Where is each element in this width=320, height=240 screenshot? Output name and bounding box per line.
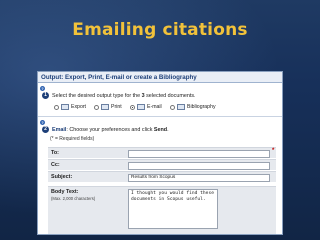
section-divider	[38, 116, 282, 117]
option-print[interactable]: Print	[94, 104, 122, 110]
slide-title: Emailing citations	[72, 20, 248, 40]
help-icon[interactable]: ?	[40, 120, 45, 125]
body-row: Body Text: (Max. 2,000 characters) I tho…	[48, 186, 276, 234]
body-hint: (Max. 2,000 characters)	[51, 196, 96, 201]
step-2-badge: 2	[42, 126, 49, 133]
subject-label: Subject:	[51, 174, 73, 180]
export-icon	[61, 104, 69, 110]
bibliography-radio[interactable]	[170, 104, 175, 110]
body-textarea[interactable]: I thought you would find these documents…	[128, 189, 218, 229]
step-1-text-post: selected documents.	[144, 93, 196, 99]
cc-row: Cc:	[48, 159, 276, 170]
option-email[interactable]: E-mail	[130, 104, 162, 110]
option-export[interactable]: Export	[54, 104, 86, 110]
panel-header: Output: Export, Print, E-mail or create …	[38, 72, 282, 83]
bibliography-icon	[177, 104, 185, 110]
cc-input[interactable]	[128, 162, 270, 170]
step-1-text-pre: Select the desired output type for the	[52, 93, 142, 99]
print-label: Print	[111, 104, 122, 110]
to-label: To:	[51, 150, 59, 156]
subject-input[interactable]: Results from Scopus	[128, 174, 270, 182]
to-input[interactable]	[128, 150, 270, 158]
step-2-instructions: Email: Choose your preferences and click…	[52, 127, 169, 133]
export-radio[interactable]	[54, 104, 59, 110]
output-panel-screenshot: Output: Export, Print, E-mail or create …	[37, 71, 283, 235]
print-radio[interactable]	[94, 104, 99, 110]
print-icon	[101, 104, 109, 110]
required-asterisk: *	[272, 148, 275, 154]
subject-row: Subject: Results from Scopus	[48, 171, 276, 182]
body-label: Body Text:	[51, 189, 79, 195]
step-2-text: : Choose your preferences and click	[66, 127, 154, 133]
required-fields-note: (* = Required fields)	[50, 136, 95, 142]
email-heading: Email	[52, 127, 67, 133]
step-2-end: .	[167, 127, 169, 133]
email-radio[interactable]	[130, 104, 135, 110]
email-icon	[137, 104, 145, 110]
send-word: Send	[153, 127, 168, 133]
bibliography-label: Bibliography	[187, 104, 216, 110]
help-icon[interactable]: ?	[40, 86, 45, 91]
export-label: Export	[71, 104, 86, 110]
step-1-instructions: Select the desired output type for the 3…	[52, 93, 196, 99]
email-label: E-mail	[147, 104, 162, 110]
step-1-badge: 1	[42, 92, 49, 99]
option-bibliography[interactable]: Bibliography	[170, 104, 216, 110]
cc-label: Cc:	[51, 162, 60, 168]
to-row: To:	[48, 147, 276, 158]
